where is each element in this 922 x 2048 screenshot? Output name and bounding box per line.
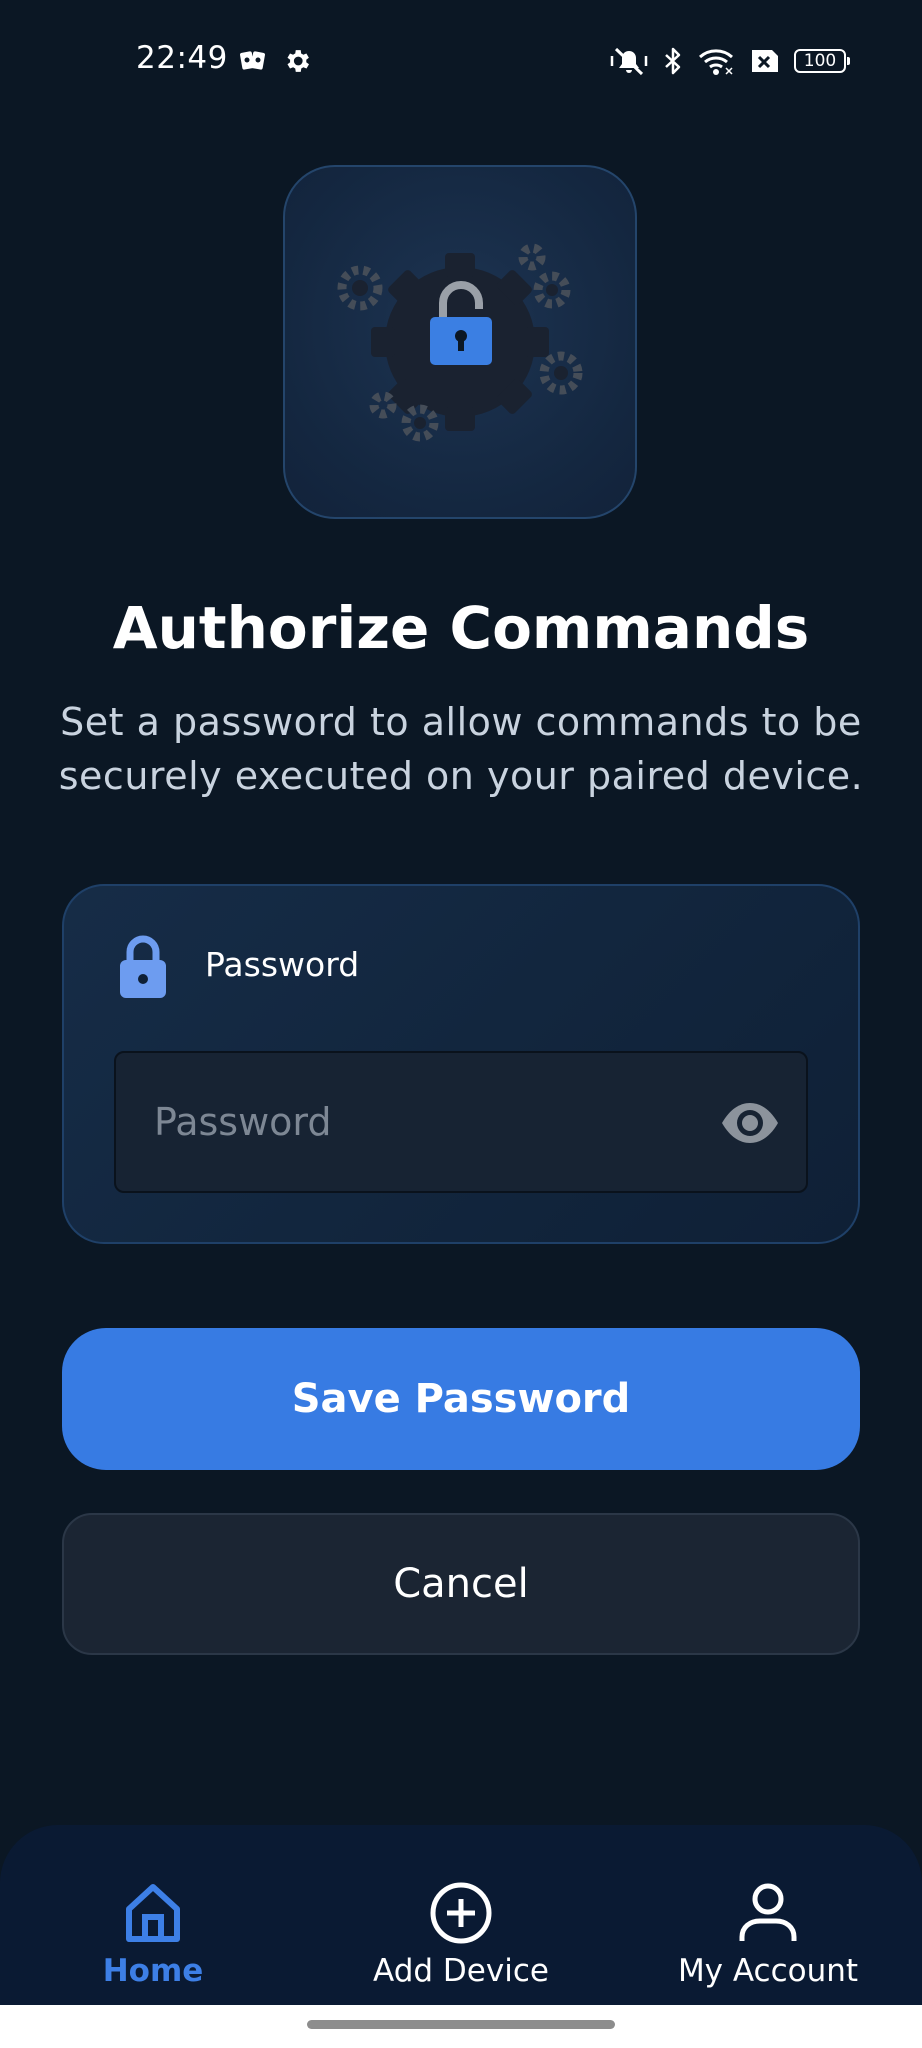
home-icon — [126, 1884, 180, 1942]
nav-label-home: Home — [102, 1953, 204, 1989]
settings-gear-icon — [287, 50, 309, 72]
nav-item-add-device[interactable]: Add Device — [361, 1825, 561, 2005]
gesture-handle[interactable] — [307, 2020, 615, 2029]
bluetooth-icon — [665, 47, 681, 75]
nav-item-my-account[interactable]: My Account — [668, 1825, 868, 2005]
vibrate-off-icon — [610, 47, 648, 76]
cancel-button[interactable]: Cancel — [62, 1513, 860, 1655]
battery-icon: 100 — [794, 49, 850, 73]
password-field-container — [114, 1051, 808, 1193]
cards-icon — [240, 51, 265, 70]
eye-icon[interactable] — [720, 1095, 780, 1151]
add-circle-icon — [430, 1882, 492, 1944]
status-time: 22:49 — [136, 40, 228, 76]
person-icon — [739, 1883, 797, 1941]
lock-icon — [120, 935, 166, 998]
nav-item-home[interactable]: Home — [73, 1825, 233, 2005]
no-sim-icon — [752, 50, 778, 72]
gears-unlocked-padlock-icon — [337, 243, 583, 442]
save-password-button[interactable]: Save Password — [62, 1328, 860, 1470]
wifi-icon — [699, 49, 733, 75]
page-subtitle: Set a password to allow commands to be s… — [58, 700, 864, 798]
nav-label-add-device: Add Device — [373, 1953, 549, 1989]
password-input[interactable] — [116, 1053, 806, 1191]
password-label: Password — [205, 945, 360, 984]
page-title: Authorize Commands — [112, 594, 810, 662]
nav-label-my-account: My Account — [677, 1953, 859, 1989]
bottom-nav: Home Add Device My Account — [0, 1825, 922, 2005]
hero-icon-tile — [283, 165, 637, 519]
